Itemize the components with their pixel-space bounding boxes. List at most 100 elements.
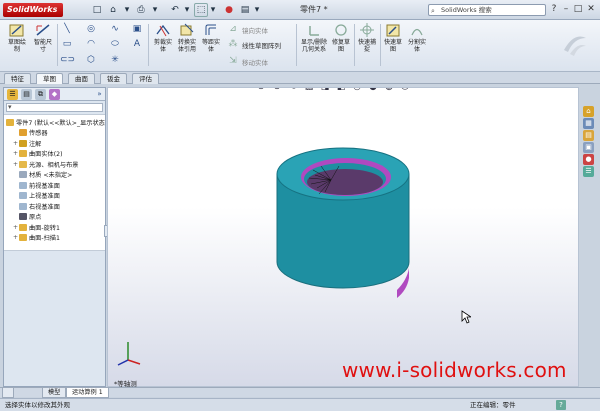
help-button[interactable]: ? [548, 4, 560, 16]
print-icon[interactable]: ⎙ [134, 3, 148, 17]
model-cylinder[interactable] [273, 140, 413, 305]
convert-entities-button[interactable]: 转换实体引用 [176, 22, 198, 53]
tree-item[interactable]: + 曲面实体(2) [6, 149, 105, 160]
mirror-entities-label[interactable]: 镜向实体 [242, 25, 268, 35]
custom-properties-icon[interactable]: ☰ [583, 166, 594, 177]
text-icon[interactable]: A [130, 38, 144, 50]
property-manager-tab-icon[interactable]: ▤ [21, 89, 32, 100]
plane-icon[interactable]: ✳ [108, 54, 122, 66]
status-help-icon[interactable]: ? [556, 400, 566, 410]
tree-item-label: 曲面-扫描1 [29, 235, 60, 243]
feature-icon [19, 139, 27, 147]
select-dropdown-icon[interactable]: ▾ [206, 3, 220, 17]
tab-model[interactable]: 模型 [42, 388, 67, 398]
tab-evaluate[interactable]: 评估 [132, 73, 159, 84]
trim-entities-button[interactable]: 剪裁实体 [152, 22, 174, 53]
view-palette-icon[interactable]: ▣ [583, 142, 594, 153]
hide-show-icon[interactable]: ◎ [350, 88, 364, 94]
move-entities-label[interactable]: 移动实体 [242, 57, 268, 67]
open-dropdown-icon[interactable]: ▾ [120, 3, 134, 17]
tree-item[interactable]: 材质 <未指定> [6, 170, 105, 181]
quick-snaps-icon [360, 23, 374, 37]
tab-scroll-left-icon[interactable] [2, 388, 14, 398]
resources-icon[interactable]: ⌂ [583, 106, 594, 117]
display-relations-label: 显示/删除几何关系 [300, 39, 328, 53]
tree-filter-input[interactable]: ▾ [6, 103, 103, 112]
tree-item[interactable]: + 曲面-旋转1 [6, 222, 105, 233]
tree-expand-icon[interactable]: + [12, 140, 19, 147]
zoom-fit-icon[interactable]: ⊕ [254, 88, 268, 94]
previous-view-icon[interactable]: ⟲ [286, 88, 300, 94]
tree-item[interactable]: + 光源、相机与布景 [6, 159, 105, 170]
tree-root-part[interactable]: 零件7 (默认<<默认>_显示状态 [6, 117, 105, 128]
tree-item[interactable]: + 注解 [6, 138, 105, 149]
display-relations-button[interactable]: 显示/删除几何关系 [300, 22, 328, 53]
tab-surfaces[interactable]: 曲面 [68, 73, 95, 84]
offset-entities-button[interactable]: 等距实体 [200, 22, 222, 53]
file-explorer-icon[interactable]: ▤ [583, 130, 594, 141]
smart-dimension-button[interactable]: 智能尺寸 [32, 22, 54, 53]
options-dropdown-icon[interactable]: ▾ [250, 3, 264, 17]
new-document-icon[interactable]: □ [90, 3, 104, 17]
solidworks-logo[interactable]: SolidWorks [3, 3, 63, 17]
apply-scene-icon[interactable]: ◍ [382, 88, 396, 94]
arc-icon[interactable]: ◠ [84, 38, 98, 50]
design-library-icon[interactable]: ▦ [583, 118, 594, 129]
spline-icon[interactable]: ∿ [108, 23, 122, 35]
tab-features[interactable]: 特征 [4, 73, 31, 84]
tree-item[interactable]: + 曲面-扫描1 [6, 233, 105, 244]
view-settings-icon[interactable]: ☺ [398, 88, 412, 94]
sketch-button[interactable]: 草图绘制 [6, 22, 28, 53]
undo-dropdown-icon[interactable]: ▾ [180, 3, 194, 17]
graphics-area[interactable]: ⊕ ⊕ ⟲ ▨ ◨ ◧ ◎ ● ◍ ☺ [107, 87, 579, 387]
display-style-icon[interactable]: ◧ [334, 88, 348, 94]
tree-expand-icon[interactable]: + [12, 224, 19, 231]
tree-item[interactable]: 前视基准面 [6, 180, 105, 191]
linear-pattern-label[interactable]: 线性草图阵列 [242, 40, 281, 50]
display-manager-tab-icon[interactable]: ◆ [49, 89, 60, 100]
tab-sketch[interactable]: 草图 [36, 73, 63, 84]
appearances-icon[interactable]: ● [583, 154, 594, 165]
rectangle-icon[interactable]: ▭ [60, 38, 74, 50]
section-view-icon[interactable]: ▨ [302, 88, 316, 94]
print-dropdown-icon[interactable]: ▾ [148, 3, 162, 17]
open-icon[interactable]: ⌂ [106, 3, 120, 17]
circle-icon[interactable]: ◎ [84, 23, 98, 35]
line-icon[interactable]: ╲ [60, 23, 74, 35]
tree-expand-icon[interactable]: + [12, 234, 19, 241]
zoom-area-icon[interactable]: ⊕ [270, 88, 284, 94]
repair-sketch-button[interactable]: 修复草图 [330, 22, 352, 53]
editing-status: 正在编辑：零件 [470, 401, 516, 409]
smart-dimension-icon [36, 24, 50, 36]
minimize-button[interactable]: – [560, 4, 572, 16]
slot-icon[interactable]: ⊂⊃ [60, 54, 75, 66]
mirror-icon[interactable]: ⊿ [226, 23, 240, 35]
tree-expand-icon[interactable]: + [12, 150, 19, 157]
configuration-manager-tab-icon[interactable]: ⧉ [35, 89, 46, 100]
ribbon-separator [354, 24, 355, 66]
linear-pattern-icon[interactable]: ⁂ [226, 38, 240, 50]
close-button[interactable]: ✕ [585, 4, 597, 16]
tree-item[interactable]: 原点 [6, 212, 105, 223]
polygon-icon[interactable]: ⬡ [84, 54, 98, 66]
move-icon[interactable]: ⇲ [226, 55, 240, 67]
quick-snaps-button[interactable]: 快速捕捉 [356, 22, 378, 53]
tab-motion-study[interactable]: 运动算例 1 [66, 388, 109, 398]
point-icon[interactable]: ▣ [130, 23, 144, 35]
tree-item[interactable]: 传感器 [6, 128, 105, 139]
website-watermark: www.i-solidworks.com [342, 358, 567, 382]
rebuild-icon[interactable]: ● [222, 3, 236, 17]
tree-expand-icon[interactable]: + [12, 161, 19, 168]
expand-panel-icon[interactable]: » [94, 89, 105, 100]
edit-appearance-icon[interactable]: ● [366, 88, 380, 94]
tab-sheet-metal[interactable]: 钣金 [100, 73, 127, 84]
tree-item[interactable]: 右视基准面 [6, 201, 105, 212]
view-orientation-icon[interactable]: ◨ [318, 88, 332, 94]
ellipse-icon[interactable]: ⬭ [108, 38, 122, 50]
search-input[interactable]: ⌕ SolidWorks 搜索 [428, 4, 546, 16]
tree-item[interactable]: 上视基准面 [6, 191, 105, 202]
split-entities-button[interactable]: 分割实体 [406, 22, 428, 53]
restore-button[interactable]: □ [572, 4, 584, 16]
rapid-sketch-button[interactable]: 快速草图 [382, 22, 404, 53]
feature-manager-tab-icon[interactable]: ☰ [7, 89, 18, 100]
